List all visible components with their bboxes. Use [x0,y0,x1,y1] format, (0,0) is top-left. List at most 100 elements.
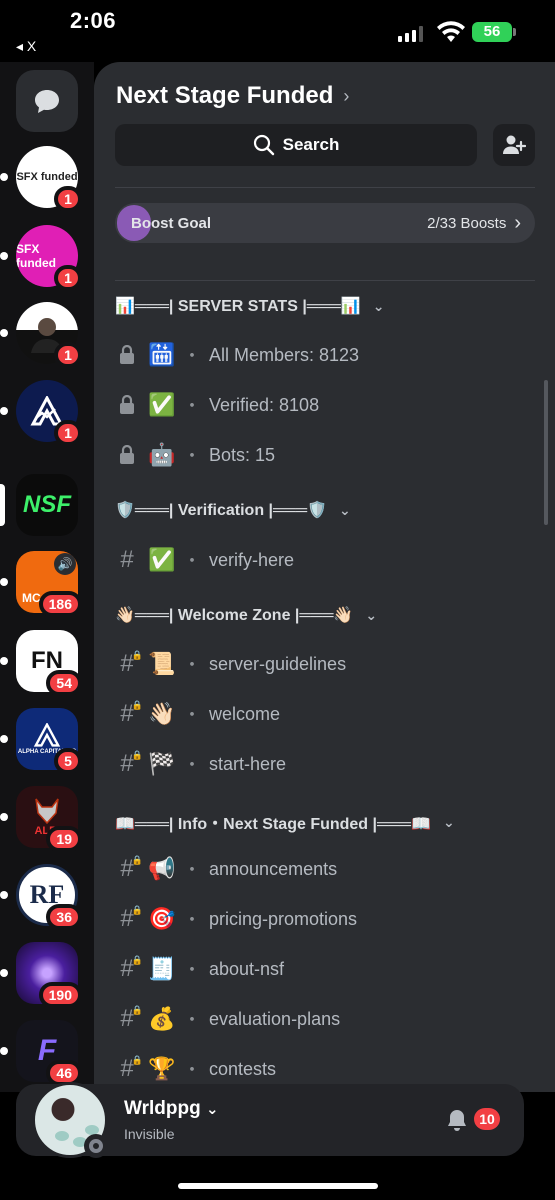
channel-start-here[interactable]: # 🔒 🏁 ・ start-here [115,749,286,779]
unread-badge: 186 [38,591,82,617]
unread-badge: 1 [54,342,82,368]
category-title: 📖═══| Info・Next Stage Funded |═══📖 [115,816,431,833]
server-sfx-1[interactable]: SFX funded 1 [0,146,82,212]
unread-badge: 190 [38,982,82,1008]
locked-hashtag-icon: # 🔒 [120,1055,143,1082]
server-label: SFX funded [16,170,78,183]
channel-server-guidelines[interactable]: # 🔒 📜 ・ server-guidelines [115,649,346,679]
locked-hashtag-icon: # 🔒 [120,955,143,982]
status-bar: 2:06 ◂ X 56 [0,0,555,62]
chevron-down-icon: ⌄ [372,297,385,314]
locked-hashtag-icon: # 🔒 [120,855,143,882]
channel-emoji: 📢 [148,856,176,881]
unread-badge: 1 [54,265,82,291]
unread-badge: 5 [54,748,82,774]
hashtag-icon: # [120,546,134,573]
channel-emoji: 🤖 [148,442,176,467]
divider [115,280,535,281]
cellular-signal-icon [398,24,423,42]
home-indicator[interactable] [178,1183,378,1189]
search-button[interactable]: Search [115,124,477,166]
category-info[interactable]: 📖═══| Info・Next Stage Funded |═══📖 ⌄ [115,810,455,834]
wolf-logo-icon [35,798,59,825]
locked-hashtag-icon: # 🔒 [120,1005,143,1032]
back-to-app-link[interactable]: ◂ X [16,38,36,55]
direct-messages-button[interactable] [16,70,78,132]
unread-badge: 1 [54,186,82,212]
server-purple[interactable]: 190 [0,942,82,1008]
channel-emoji: 🎯 [148,906,176,931]
wifi-icon [437,21,465,42]
server-name-header[interactable]: Next Stage Funded › [116,82,349,110]
locked-hashtag-icon: # 🔒 [120,750,143,777]
unread-badge: 1 [54,420,82,446]
invite-members-button[interactable] [493,124,535,166]
server-avatar-person[interactable]: 1 [0,302,82,368]
channel-name: about-nsf [209,958,285,979]
bell-icon[interactable] [446,1108,468,1137]
channel-emoji: 🧾 [148,956,176,981]
channel-verify-here[interactable]: # ✅ ・ verify-here [115,545,294,575]
channel-about-nsf[interactable]: # 🔒 🧾 ・ about-nsf [115,954,284,984]
category-title: 👋🏻═══| Welcome Zone |═══👋🏻 [115,607,354,624]
boost-label: Boost Goal [131,214,212,232]
invisible-status-icon [84,1134,108,1158]
chevron-down-icon: ⌄ [365,606,378,623]
chevron-right-icon: › [343,85,350,106]
unread-badge: 36 [46,904,82,930]
status-time: 2:06 [70,8,117,33]
channel-name: welcome [209,703,281,724]
user-status-text: Invisible [124,1126,175,1142]
locked-hashtag-icon: # 🔒 [120,700,143,727]
scrollbar[interactable] [544,380,548,525]
server-mc-orange[interactable]: MC 🔊 186 [0,551,82,617]
server-label: MC [22,591,41,605]
server-fn[interactable]: FN 54 [0,630,82,696]
channel-pricing-promotions[interactable]: # 🔒 🎯 ・ pricing-promotions [115,904,357,934]
channel-emoji: 🛗 [148,342,176,367]
chevron-right-icon: › [514,211,521,234]
lock-icon [115,443,139,467]
username[interactable]: Wrldppg ⌄ [124,1098,219,1120]
server-alpha-capital[interactable]: ALPHA CAPITAL GR 5 [0,708,82,774]
category-verification[interactable]: 🛡️═══| Verification |═══🛡️ ⌄ [115,500,351,520]
channel-contests[interactable]: # 🔒 🏆 ・ contests [115,1054,276,1084]
unread-badge: 54 [46,670,82,696]
server-alpi-wolf[interactable]: ALPI 19 [0,786,82,852]
server-name: Next Stage Funded [116,82,334,109]
user-panel[interactable]: Wrldppg ⌄ Invisible 10 [16,1082,524,1158]
channel-name: start-here [209,753,287,774]
search-label: Search [282,135,340,154]
chevron-down-icon: ⌄ [338,501,351,518]
server-sfx-2[interactable]: SFX funded 1 [0,225,82,291]
channel-emoji: 🏁 [148,751,176,776]
channel-emoji: 👋🏻 [148,701,176,726]
channel-name: verify-here [209,549,295,570]
channel-name: Bots: 15 [209,444,276,465]
server-nsf-selected[interactable]: NSF [0,474,78,536]
boost-goal-bar[interactable]: Boost Goal 2/33 Boosts › [115,203,535,243]
chat-bubble-icon [35,90,59,113]
channel-evaluation-plans[interactable]: # 🔒 💰 ・ evaluation-plans [115,1004,340,1034]
channel-emoji: ✅ [148,547,176,572]
locked-hashtag-icon: # 🔒 [120,650,143,677]
channel-name: contests [209,1058,277,1079]
server-alpha-blue[interactable]: 1 [0,380,82,446]
server-f-purple[interactable]: F 46 [0,1020,82,1086]
channel-welcome[interactable]: # 🔒 👋🏻 ・ welcome [115,699,280,729]
category-server-stats[interactable]: 📊═══| SERVER STATS |═══📊 ⌄ [115,296,384,316]
notification-badge: 10 [474,1108,500,1130]
selected-indicator [0,484,5,526]
unread-badge: 19 [46,826,82,852]
channel-verified[interactable]: ✅ ・ Verified: 8108 [115,390,319,420]
channel-all-members[interactable]: 🛗 ・ All Members: 8123 [115,340,359,370]
channel-name: announcements [209,858,338,879]
lock-icon [115,343,139,367]
channel-bots[interactable]: 🤖 ・ Bots: 15 [115,440,275,470]
divider [115,187,535,188]
server-rf[interactable]: RF 36 [0,864,82,930]
channel-announcements[interactable]: # 🔒 📢 ・ announcements [115,854,337,884]
voice-speaker-icon: 🔊 [54,553,76,575]
channel-emoji: 🏆 [148,1056,176,1081]
category-welcome-zone[interactable]: 👋🏻═══| Welcome Zone |═══👋🏻 ⌄ [115,605,377,625]
